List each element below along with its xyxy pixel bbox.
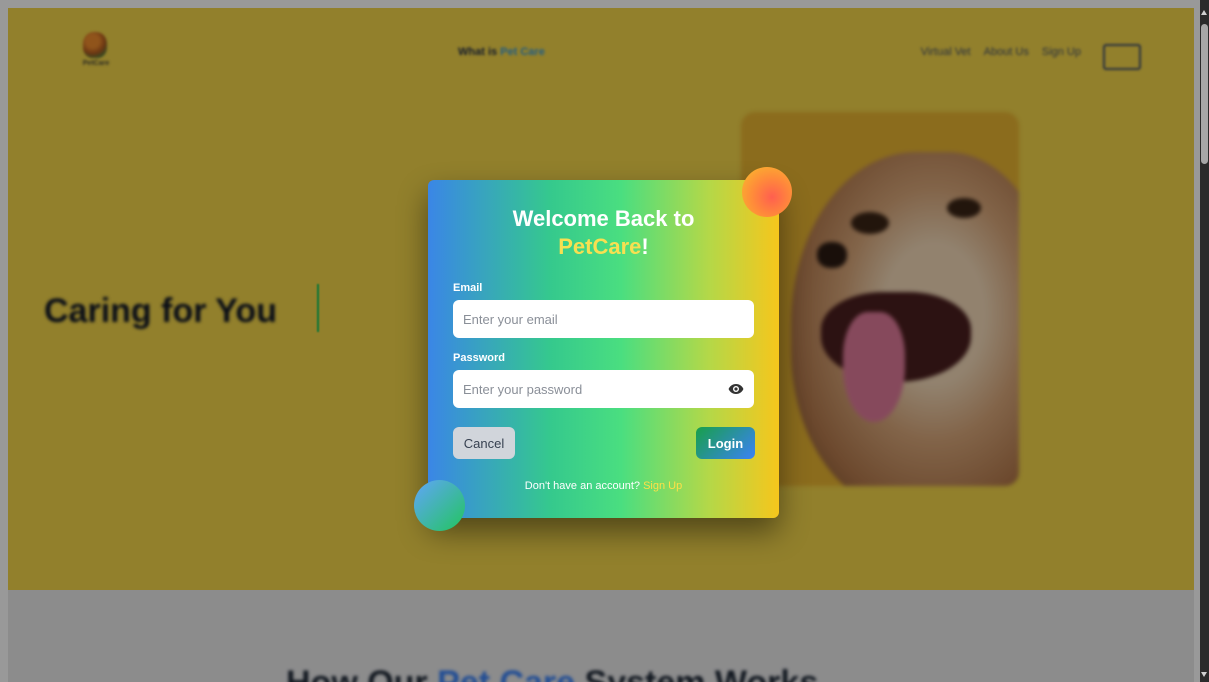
- signup-link[interactable]: Sign Up: [643, 480, 682, 492]
- signup-prompt-text: Don't have an account?: [524, 480, 644, 492]
- modal-title-line2: PetCare!: [428, 234, 779, 260]
- email-label: Email: [453, 282, 483, 294]
- scroll-up-arrow-icon[interactable]: [1201, 10, 1207, 15]
- scroll-down-arrow-icon[interactable]: [1201, 672, 1207, 677]
- eye-icon[interactable]: [728, 382, 744, 396]
- cancel-button[interactable]: Cancel: [453, 427, 515, 459]
- password-input[interactable]: [453, 370, 754, 408]
- password-label: Password: [453, 352, 505, 364]
- email-input[interactable]: [453, 300, 754, 338]
- modal-title-brand: PetCare: [558, 234, 642, 259]
- page-scrollbar[interactable]: [1200, 0, 1209, 682]
- modal-title-bang: !: [641, 234, 649, 259]
- scroll-thumb[interactable]: [1201, 24, 1208, 164]
- modal-title-line1: Welcome Back to: [512, 206, 695, 231]
- login-button[interactable]: Login: [696, 427, 755, 459]
- signup-prompt: Don't have an account? Sign Up: [428, 480, 779, 492]
